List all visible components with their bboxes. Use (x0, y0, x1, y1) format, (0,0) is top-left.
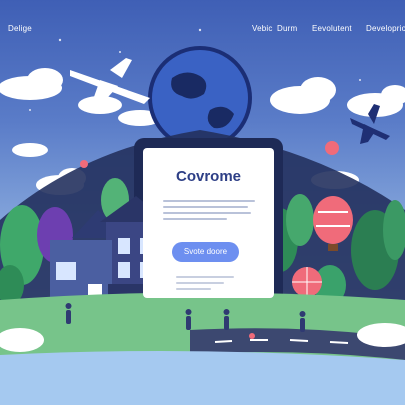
illustrated-landing-page: Delige Vebic Durm Eevolutent Developrio … (0, 0, 405, 405)
hero-title: Covrome (175, 168, 242, 185)
brand-name[interactable]: Delige (8, 24, 32, 33)
nav-link-1[interactable]: Vebic (252, 24, 273, 33)
nav-link-2[interactable]: Durm (277, 24, 297, 33)
nav-link-3[interactable]: Eevolutent (312, 24, 352, 33)
small-globe (292, 267, 322, 297)
water (0, 351, 405, 405)
hero-text-lines (163, 200, 255, 224)
hero-footer-lines (176, 276, 234, 294)
nav-link-4[interactable]: Developrio (366, 24, 405, 33)
hero-cta-button[interactable]: Svote doore (172, 242, 239, 262)
